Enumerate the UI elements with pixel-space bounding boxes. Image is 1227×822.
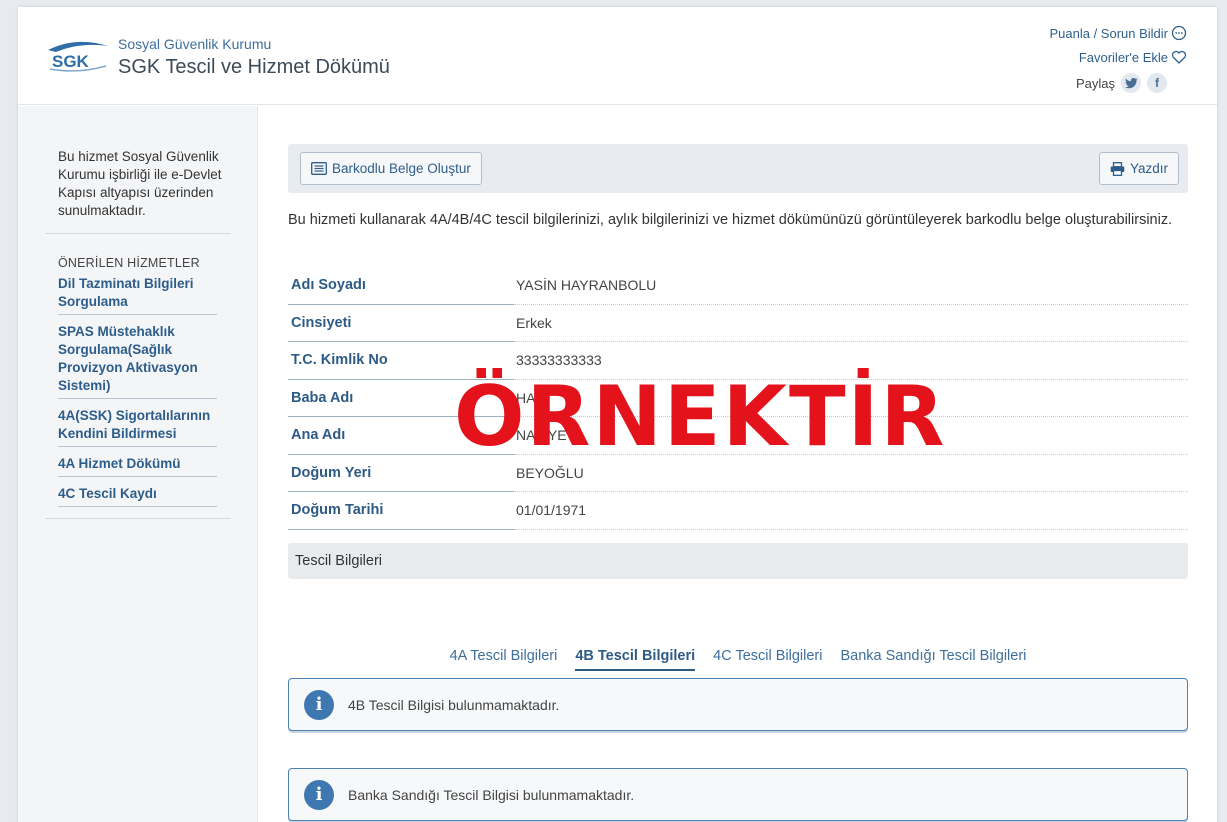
org-name: Sosyal Güvenlik Kurumu bbox=[118, 36, 272, 52]
alert-text: 4B Tescil Bilgisi bulunmamaktadır. bbox=[348, 696, 560, 713]
info-row-ad-soyad: Adı Soyadı YASİN HAYRANBOLU bbox=[288, 267, 1188, 305]
rate-link-label: Puanla / Sorun Bildir bbox=[1049, 25, 1168, 41]
service-title: SGK Tescil ve Hizmet Dökümü bbox=[118, 56, 390, 78]
info-label: Doğum Tarihi bbox=[288, 492, 514, 530]
info-row-cinsiyet: Cinsiyeti Erkek bbox=[288, 305, 1188, 342]
tab-4b[interactable]: 4B Tescil Bilgileri bbox=[575, 648, 696, 671]
print-label: Yazdır bbox=[1129, 161, 1168, 176]
sgk-logo[interactable]: SGK bbox=[46, 38, 110, 72]
sidebar: Bu hizmet Sosyal Güvenlik Kurumu işbirli… bbox=[18, 106, 258, 822]
document-icon bbox=[311, 162, 327, 175]
sidebar-item-4c-tescil[interactable]: 4C Tescil Kaydı bbox=[58, 482, 217, 507]
page-header: SGK Sosyal Güvenlik Kurumu SGK Tescil ve… bbox=[18, 7, 1217, 105]
registration-tabs: 4A Tescil Bilgileri 4B Tescil Bilgileri … bbox=[288, 648, 1188, 671]
share-label: Paylaş bbox=[1075, 75, 1115, 91]
page-card: SGK Sosyal Güvenlik Kurumu SGK Tescil ve… bbox=[18, 7, 1217, 822]
sidebar-item-spas[interactable]: SPAS Müstehaklık Sorgulama(Sağlık Proviz… bbox=[58, 320, 217, 399]
facebook-icon[interactable]: f bbox=[1147, 73, 1167, 93]
sidebar-item-dil-tazminati[interactable]: Dil Tazminatı Bilgileri Sorgulama bbox=[58, 272, 217, 315]
heart-icon bbox=[1171, 50, 1187, 64]
toolbar: Barkodlu Belge Oluştur Yazdır bbox=[288, 144, 1188, 193]
section-title-bar: Tescil Bilgileri bbox=[288, 543, 1188, 579]
intro-text: Bu hizmeti kullanarak 4A/4B/4C tescil bi… bbox=[288, 212, 1173, 228]
barcode-document-label: Barkodlu Belge Oluştur bbox=[332, 161, 471, 176]
tab-4c[interactable]: 4C Tescil Bilgileri bbox=[713, 648, 822, 671]
chat-icon bbox=[1171, 25, 1187, 41]
info-alert-4b: i 4B Tescil Bilgisi bulunmamaktadır. bbox=[288, 678, 1188, 731]
header-links: Puanla / Sorun Bildir Favoriler'e Ekle P… bbox=[1049, 21, 1187, 97]
info-icon: i bbox=[304, 689, 334, 720]
printer-icon bbox=[1110, 161, 1125, 176]
twitter-icon[interactable] bbox=[1121, 73, 1141, 93]
logo-text: SGK bbox=[52, 52, 90, 71]
info-alert-banka-sandigi: i Banka Sandığı Tescil Bilgisi bulunmama… bbox=[288, 768, 1188, 821]
tab-banka-sandigi[interactable]: Banka Sandığı Tescil Bilgileri bbox=[840, 648, 1026, 671]
recommended-services-title: ÖNERİLEN HİZMETLER bbox=[58, 256, 200, 270]
info-label: Cinsiyeti bbox=[288, 305, 514, 342]
sidebar-divider bbox=[45, 233, 231, 234]
rate-link[interactable]: Puanla / Sorun Bildir bbox=[1049, 21, 1187, 45]
sidebar-info: Bu hizmet Sosyal Güvenlik Kurumu işbirli… bbox=[58, 149, 222, 218]
info-row-dogum-tarihi: Doğum Tarihi 01/01/1971 bbox=[288, 492, 1188, 530]
sidebar-divider bbox=[45, 518, 231, 519]
sample-watermark: ÖRNEKTİR bbox=[454, 368, 947, 465]
share-row: Paylaş f bbox=[1049, 69, 1167, 97]
info-value: Erkek bbox=[514, 305, 1188, 342]
print-button[interactable]: Yazdır bbox=[1098, 152, 1179, 185]
sidebar-item-4a-kendini-bildirme[interactable]: 4A(SSK) Sigortalılarının Kendini Bildirm… bbox=[58, 404, 217, 447]
tab-4a[interactable]: 4A Tescil Bilgileri bbox=[450, 648, 558, 671]
sidebar-item-4a-hizmet-dokumu[interactable]: 4A Hizmet Dökümü bbox=[58, 452, 217, 477]
info-icon: i bbox=[304, 779, 334, 810]
info-label: Adı Soyadı bbox=[288, 267, 514, 305]
info-value: YASİN HAYRANBOLU bbox=[514, 267, 1188, 305]
barcode-document-button[interactable]: Barkodlu Belge Oluştur bbox=[300, 152, 482, 185]
favorite-link-label: Favoriler'e Ekle bbox=[1078, 49, 1168, 65]
info-value: 01/01/1971 bbox=[514, 492, 1188, 530]
favorite-link[interactable]: Favoriler'e Ekle bbox=[1049, 45, 1187, 69]
recommended-services-list: Dil Tazminatı Bilgileri Sorgulama SPAS M… bbox=[58, 272, 217, 507]
alert-text: Banka Sandığı Tescil Bilgisi bulunmamakt… bbox=[348, 786, 635, 803]
